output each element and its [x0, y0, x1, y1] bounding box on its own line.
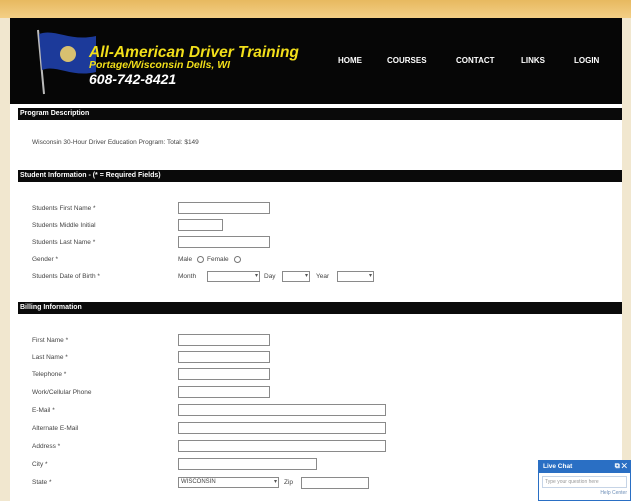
city-input[interactable]	[178, 458, 317, 470]
popout-icon[interactable]: ⧉	[615, 463, 620, 470]
student-first-name-input[interactable]	[178, 202, 270, 214]
billing-first-name-label: First Name *	[32, 337, 69, 344]
nav-courses[interactable]: COURSES	[387, 56, 427, 65]
telephone-input[interactable]	[178, 368, 270, 380]
live-chat-widget[interactable]: Live Chat ⧉ ✕ Type your question here He…	[538, 460, 631, 501]
student-section-header: Student Information - (* = Required Fiel…	[18, 170, 622, 182]
work-phone-input[interactable]	[178, 386, 270, 398]
live-chat-input[interactable]: Type your question here	[542, 476, 627, 488]
last-name-label: Students Last Name *	[32, 239, 96, 246]
top-strip	[0, 0, 631, 18]
state-select[interactable]: WISCONSIN ▾	[178, 477, 279, 488]
city-label: City *	[32, 461, 48, 468]
billing-first-name-input[interactable]	[178, 334, 270, 346]
billing-section-header: Billing Information	[18, 302, 622, 314]
dob-day-select[interactable]: ▾	[282, 271, 310, 282]
close-icon[interactable]: ✕	[622, 463, 627, 470]
telephone-label: Telephone *	[32, 371, 67, 378]
gender-female-label: Female	[207, 256, 229, 263]
chevron-down-icon: ▾	[273, 479, 277, 485]
dob-day-label: Day	[264, 273, 276, 280]
billing-last-name-input[interactable]	[178, 351, 270, 363]
program-section-header: Program Description	[18, 108, 622, 120]
alt-email-input[interactable]	[178, 422, 386, 434]
state-select-value: WISCONSIN	[181, 479, 216, 485]
brand-subtitle: Portage/Wisconsin Dells, WI	[89, 59, 231, 71]
middle-initial-label: Students Middle Initial	[32, 222, 96, 229]
program-description: Wisconsin 30-Hour Driver Education Progr…	[32, 139, 199, 146]
email-label: E-Mail *	[32, 407, 55, 414]
live-chat-footer[interactable]: Help Center	[539, 490, 630, 496]
gender-male-label: Male	[178, 256, 193, 263]
address-input[interactable]	[178, 440, 386, 452]
work-phone-label: Work/Cellular Phone	[32, 389, 92, 396]
chevron-down-icon: ▾	[304, 273, 308, 279]
zip-input[interactable]	[301, 477, 369, 489]
dob-year-label: Year	[316, 273, 330, 280]
gender-male-radio[interactable]	[197, 256, 204, 263]
live-chat-header[interactable]: Live Chat ⧉ ✕	[539, 461, 630, 473]
nav-home[interactable]: HOME	[338, 56, 362, 65]
dob-year-select[interactable]: ▾	[337, 271, 374, 282]
site-header: All-American Driver Training Portage/Wis…	[10, 18, 622, 104]
student-middle-initial-input[interactable]	[178, 219, 223, 231]
student-last-name-input[interactable]	[178, 236, 270, 248]
address-label: Address *	[32, 443, 61, 450]
form-content: Program Description Wisconsin 30-Hour Dr…	[10, 104, 622, 501]
email-input[interactable]	[178, 404, 386, 416]
zip-label: Zip	[284, 479, 294, 486]
state-label: State *	[32, 479, 52, 486]
nav-login[interactable]: LOGIN	[574, 56, 599, 65]
live-chat-title: Live Chat	[543, 463, 573, 470]
alt-email-label: Alternate E-Mail	[32, 425, 79, 432]
dob-label: Students Date of Birth *	[32, 273, 100, 280]
nav-contact[interactable]: CONTACT	[456, 56, 495, 65]
chevron-down-icon: ▾	[368, 273, 372, 279]
brand-phone: 608-742-8421	[89, 71, 177, 87]
dob-month-label: Month	[178, 273, 197, 280]
gender-female-radio[interactable]	[234, 256, 241, 263]
chevron-down-icon: ▾	[254, 273, 258, 279]
gender-label: Gender *	[32, 256, 59, 263]
first-name-label: Students First Name *	[32, 205, 96, 212]
billing-last-name-label: Last Name *	[32, 354, 68, 361]
nav-links[interactable]: LINKS	[521, 56, 545, 65]
dob-month-select[interactable]: ▾	[207, 271, 260, 282]
